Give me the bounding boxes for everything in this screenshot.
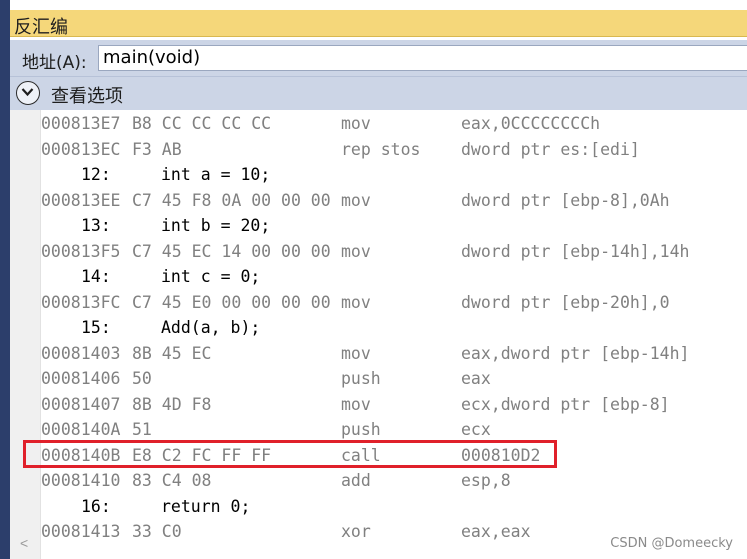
asm-mnemonic: push [341,420,381,439]
code-view[interactable]: 000813E7 B8 CC CC CC CC mov eax,0CCCCCCCCh 0… [10,110,747,559]
source-line-number: 12: [81,165,111,184]
source-line-number: 14: [81,267,111,286]
asm-mnemonic: mov [341,190,371,210]
source-code: int c = 0; [161,267,261,286]
asm-address: 0008140A [41,420,121,439]
asm-address: 00081403 [41,343,121,363]
asm-mnemonic: xor [341,522,371,541]
asm-address: 00081407 [41,394,121,414]
address-input[interactable]: main(void) [98,45,747,71]
asm-mnemonic: rep stos [341,139,421,159]
asm-operands: ecx [461,420,491,439]
asm-bytes: 8B 4D F8 [132,394,212,414]
asm-address: 000813F5 [41,241,121,261]
source-code: return 0; [161,496,251,516]
asm-mnemonic: add [341,471,371,490]
asm-bytes: F3 AB [132,139,182,159]
watermark: CSDN @Domeecky [610,536,733,551]
asm-mnemonic: push [341,369,381,388]
asm-bytes: B8 CC CC CC CC [132,114,272,133]
asm-address: 00081406 [41,369,121,388]
asm-mnemonic: mov [341,241,371,261]
asm-bytes: 33 C0 [132,522,182,541]
view-options-label: 查看选项 [51,86,123,107]
source-line-number: 13: [81,216,111,235]
left-frame [0,0,10,559]
asm-address: 00081413 [41,522,121,541]
asm-address: 000813EC [41,139,121,159]
window-title: 反汇编 [14,17,68,38]
asm-mnemonic: mov [341,394,371,414]
asm-mnemonic: mov [341,343,371,363]
asm-bytes: 50 [132,369,152,388]
asm-bytes: C7 45 E0 00 00 00 00 [132,292,331,312]
source-code: int b = 20; [161,216,271,235]
asm-bytes: 83 C4 08 [132,471,212,490]
address-label: 地址(A): [22,53,87,73]
call-highlight-box [23,440,557,468]
asm-address: 000813E7 [41,114,121,133]
gutter [10,110,41,559]
asm-operands: eax,0CCCCCCCCh [461,114,601,133]
asm-operands: eax,dword ptr [ebp-14h] [461,343,690,363]
code-lines: 000813E7 B8 CC CC CC CC mov eax,0CCCCCCCCh 0… [41,110,747,559]
asm-operands: dword ptr [ebp-8],0Ah [461,190,670,210]
asm-bytes: C7 45 F8 0A 00 00 00 [132,190,331,210]
source-line-number: 15: [81,318,111,337]
asm-operands: dword ptr [ebp-20h],0 [461,292,670,312]
chevron-down-icon[interactable] [16,81,40,105]
address-bar: 地址(A): main(void) [10,40,747,76]
asm-mnemonic: mov [341,114,371,133]
view-options-bar[interactable]: 查看选项 [10,76,747,111]
source-line-number: 16: [81,496,111,516]
asm-bytes: C7 45 EC 14 00 00 00 [132,241,331,261]
title-bar[interactable]: 反汇编 [10,10,747,38]
asm-operands: eax,eax [461,522,531,541]
asm-operands: ecx,dword ptr [ebp-8] [461,394,670,414]
source-code: int a = 10; [161,165,271,184]
asm-address: 000813FC [41,292,121,312]
asm-operands: eax [461,369,491,388]
asm-address: 00081410 [41,471,121,490]
asm-bytes: 51 [132,420,152,439]
disassembly-window: 反汇编 地址(A): main(void) 查看选项 000813E7 B8 CC… [0,0,747,559]
source-code: Add(a, b); [161,318,261,337]
asm-operands: esp,8 [461,471,511,490]
asm-mnemonic: mov [341,292,371,312]
asm-bytes: 8B 45 EC [132,343,212,363]
asm-address: 000813EE [41,190,121,210]
scroll-left-arrow[interactable]: < [20,535,28,551]
asm-operands: dword ptr [ebp-14h],14h [461,241,690,261]
asm-operands: dword ptr es:[edi] [461,139,640,159]
